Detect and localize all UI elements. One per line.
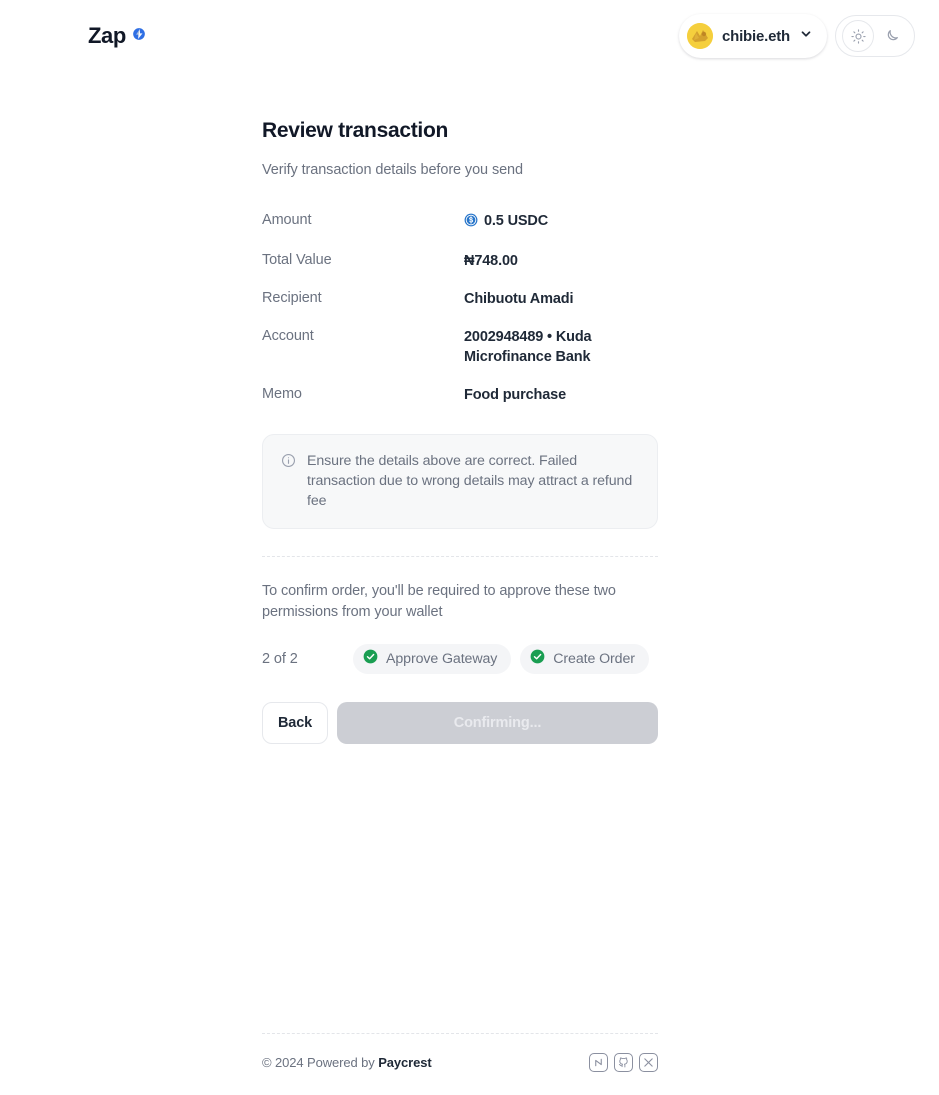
- transaction-panel: Review transaction Verify transaction de…: [262, 0, 658, 744]
- detail-value: ₦748.00: [464, 251, 518, 271]
- detail-row-total-value: Total Value ₦748.00: [262, 242, 658, 280]
- detail-label: Amount: [262, 212, 312, 228]
- detail-value-text: 2002948489 • Kuda Microfinance Bank: [464, 329, 592, 365]
- footer-brand: Paycrest: [378, 1055, 432, 1070]
- usdc-token-icon: [464, 213, 478, 233]
- step-approve-gateway[interactable]: Approve Gateway: [353, 644, 512, 674]
- footer-copyright: © 2024 Powered by Paycrest: [262, 1055, 432, 1070]
- detail-value: 2002948489 • Kuda Microfinance Bank: [464, 327, 658, 367]
- header-actions: chibie.eth: [678, 14, 915, 58]
- detail-value-text: Chibuotu Amadi: [464, 291, 574, 307]
- detail-row-amount: Amount 0.5 USDC: [262, 202, 658, 242]
- confirm-button: Confirming...: [337, 702, 658, 744]
- detail-row-account: Account 2002948489 • Kuda Microfinance B…: [262, 318, 658, 376]
- theme-dark-button[interactable]: [876, 20, 908, 52]
- brand[interactable]: Zap: [88, 23, 146, 49]
- step-label: Create Order: [553, 651, 635, 667]
- x-twitter-icon[interactable]: [639, 1053, 658, 1072]
- app-root: Zap chibie.eth Review transaction Verify…: [0, 0, 939, 1095]
- detail-label: Total Value: [262, 252, 332, 268]
- permission-steps: 2 of 2 Approve Gateway Create Order: [262, 644, 658, 674]
- app-footer: © 2024 Powered by Paycrest: [262, 1033, 658, 1072]
- detail-value-text: Food purchase: [464, 387, 566, 403]
- steps-count: 2 of 2: [262, 651, 298, 667]
- page-title: Review transaction: [262, 119, 448, 142]
- detail-row-recipient: Recipient Chibuotu Amadi: [262, 280, 658, 318]
- wallet-button[interactable]: chibie.eth: [678, 14, 827, 58]
- back-button[interactable]: Back: [262, 702, 328, 744]
- chevron-down-icon: [799, 27, 813, 46]
- permissions-text: To confirm order, you'll be required to …: [262, 583, 616, 620]
- step-label: Approve Gateway: [386, 651, 498, 667]
- page-subtitle: Verify transaction details before you se…: [262, 162, 523, 178]
- detail-value: Food purchase: [464, 385, 566, 405]
- detail-value: Chibuotu Amadi: [464, 289, 573, 309]
- detail-row-memo: Memo Food purchase: [262, 376, 658, 414]
- action-buttons: Back Confirming...: [262, 702, 658, 744]
- theme-toggle: [835, 15, 915, 57]
- brand-name: Zap: [88, 23, 126, 48]
- transaction-details: Amount 0.5 USDC Total Value ₦748.00 Reci…: [262, 202, 658, 414]
- zap-logo-icon: [132, 27, 146, 46]
- footer-copyright-text: © 2024 Powered by: [262, 1055, 379, 1070]
- check-circle-icon: [363, 649, 378, 669]
- detail-value-text: ₦748.00: [464, 253, 518, 269]
- section-divider: [262, 556, 658, 557]
- github-icon[interactable]: [614, 1053, 633, 1072]
- detail-value: 0.5 USDC: [464, 211, 548, 233]
- footer-socials: [589, 1053, 658, 1072]
- detail-value-text: 0.5 USDC: [484, 213, 549, 229]
- wallet-avatar: [686, 23, 713, 49]
- step-create-order[interactable]: Create Order: [520, 644, 649, 674]
- detail-label: Recipient: [262, 290, 322, 306]
- notion-icon[interactable]: [589, 1053, 608, 1072]
- wallet-label: chibie.eth: [721, 27, 790, 45]
- warning-notice: Ensure the details above are correct. Fa…: [262, 434, 658, 529]
- info-circle-icon: [281, 453, 296, 511]
- detail-label: Memo: [262, 386, 302, 402]
- notice-text: Ensure the details above are correct. Fa…: [307, 453, 633, 509]
- detail-label: Account: [262, 328, 314, 344]
- theme-light-button[interactable]: [842, 20, 874, 52]
- check-circle-icon: [530, 649, 545, 669]
